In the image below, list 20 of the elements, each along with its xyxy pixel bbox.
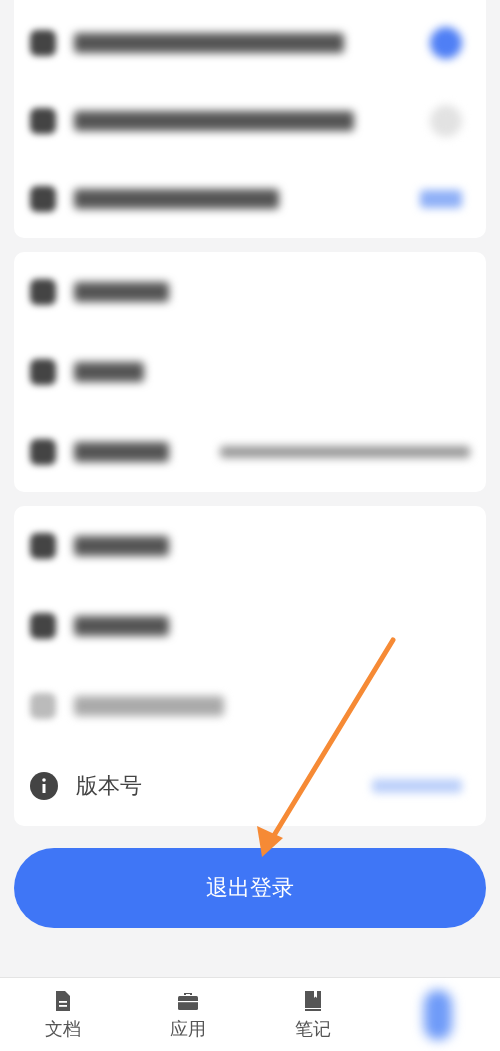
blurred-tab[interactable] — [423, 989, 452, 1040]
blurred-icon — [30, 186, 56, 212]
blurred-icon — [30, 693, 56, 719]
version-label: 版本号 — [76, 772, 142, 800]
tab[interactable]: 应用 — [125, 978, 250, 1051]
logout-button[interactable]: 退出登录 — [14, 848, 486, 928]
blurred-icon — [30, 30, 56, 56]
blurred-icon — [30, 279, 56, 305]
blurred-icon — [30, 533, 56, 559]
tab[interactable]: 笔记 — [250, 978, 375, 1051]
blurred-icon — [30, 613, 56, 639]
blurred-label — [74, 362, 144, 382]
blurred-icon — [30, 439, 56, 465]
toggle-switch[interactable] — [430, 105, 462, 137]
info-icon — [30, 772, 58, 800]
blurred-icon — [30, 108, 56, 134]
toggle-switch[interactable] — [430, 27, 462, 59]
blurred-icon — [30, 359, 56, 385]
tab[interactable]: 文档 — [0, 978, 125, 1051]
blurred-value — [420, 190, 462, 208]
